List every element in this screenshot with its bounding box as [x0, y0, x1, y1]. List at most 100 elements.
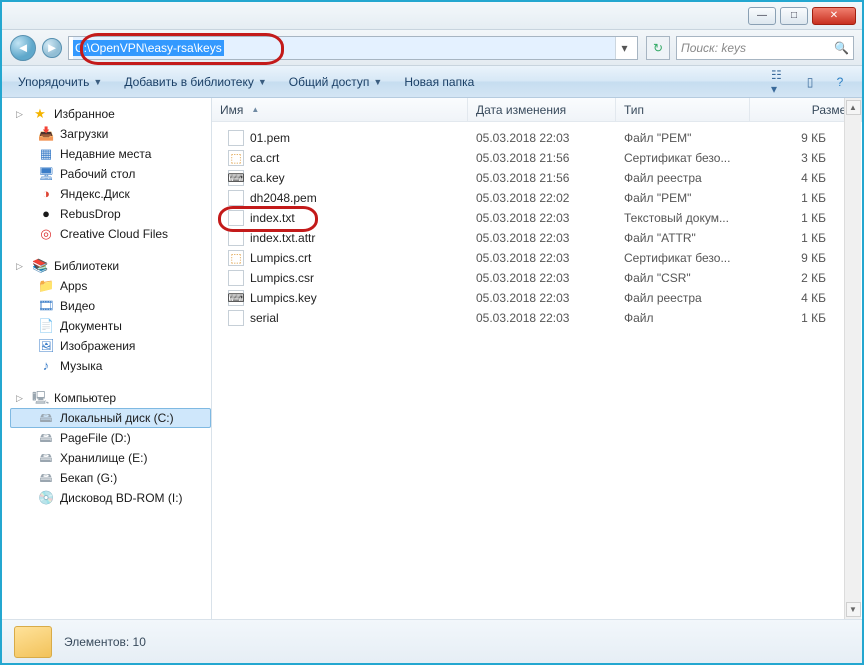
address-input[interactable] [73, 37, 615, 59]
file-icon [228, 210, 244, 226]
disk-icon: 🖴 [38, 450, 54, 466]
file-row[interactable]: ⬚ca.crt05.03.2018 21:56Сертификат безо..… [212, 148, 862, 168]
file-type: Файл реестра [616, 291, 750, 305]
titlebar: — □ ✕ [2, 2, 862, 30]
sidebar-item[interactable]: 📥Загрузки [10, 124, 211, 144]
recent-icon: ▦ [38, 146, 54, 162]
sidebar-item[interactable]: ◑Яндекс.Диск [10, 184, 211, 204]
sidebar-item[interactable]: ▦Недавние места [10, 144, 211, 164]
refresh-button[interactable]: ↻ [646, 36, 670, 60]
help-button[interactable]: ? [830, 73, 850, 91]
column-name[interactable]: Имя▲ [212, 98, 468, 121]
new-folder-button[interactable]: Новая папка [396, 71, 482, 93]
file-date: 05.03.2018 22:03 [468, 291, 616, 305]
sidebar-item[interactable]: 🖴Бекап (G:) [10, 468, 211, 488]
add-to-library-button[interactable]: Добавить в библиотеку ▼ [116, 71, 274, 93]
file-type: Файл реестра [616, 171, 750, 185]
file-row[interactable]: serial05.03.2018 22:03Файл1 КБ [212, 308, 862, 328]
file-name: ca.crt [250, 151, 279, 165]
view-options-button[interactable]: ☷ ▾ [770, 73, 790, 91]
sidebar-item[interactable]: 🖥Рабочий стол [10, 164, 211, 184]
sidebar-item[interactable]: 🎞Видео [10, 296, 211, 316]
sidebar-item[interactable]: 🖴PageFile (D:) [10, 428, 211, 448]
sidebar-item[interactable]: 📄Документы [10, 316, 211, 336]
downloads-icon: 📥 [38, 126, 54, 142]
file-date: 05.03.2018 21:56 [468, 171, 616, 185]
sidebar-item[interactable]: ♪Музыка [10, 356, 211, 376]
organize-button[interactable]: Упорядочить ▼ [10, 71, 110, 93]
file-type: Сертификат безо... [616, 151, 750, 165]
file-icon: ⌨ [228, 170, 244, 186]
sidebar: ▷★ Избранное 📥Загрузки ▦Недавние места 🖥… [2, 98, 212, 619]
rebusdrop-icon: ● [38, 206, 54, 222]
address-bar[interactable]: C:\OpenVPN\easy-rsa\keys ▾ [68, 36, 638, 60]
images-icon: 🖼 [38, 338, 54, 354]
new-folder-label: Новая папка [404, 75, 474, 89]
address-dropdown[interactable]: ▾ [615, 37, 633, 59]
preview-pane-button[interactable]: ▯ [800, 73, 820, 91]
sidebar-favorites-header[interactable]: ▷★ Избранное [10, 104, 211, 124]
file-row[interactable]: ⌨Lumpics.key05.03.2018 22:03Файл реестра… [212, 288, 862, 308]
sidebar-libraries-header[interactable]: ▷📚 Библиотеки [10, 256, 211, 276]
chevron-down-icon: ▼ [373, 77, 382, 87]
file-row[interactable]: ⬚Lumpics.crt05.03.2018 22:03Сертификат б… [212, 248, 862, 268]
maximize-button[interactable]: □ [780, 7, 808, 25]
column-type[interactable]: Тип [616, 98, 750, 121]
sidebar-group-favorites: ▷★ Избранное 📥Загрузки ▦Недавние места 🖥… [10, 104, 211, 244]
file-date: 05.03.2018 22:03 [468, 251, 616, 265]
organize-label: Упорядочить [18, 75, 89, 89]
file-size: 1 КБ [750, 211, 862, 225]
file-size: 9 КБ [750, 251, 862, 265]
file-icon: ⬚ [228, 250, 244, 266]
file-date: 05.03.2018 22:03 [468, 211, 616, 225]
column-date[interactable]: Дата изменения [468, 98, 616, 121]
sidebar-item[interactable]: ●RebusDrop [10, 204, 211, 224]
desktop-icon: 🖥 [38, 166, 54, 182]
file-name: dh2048.pem [250, 191, 317, 205]
search-box[interactable]: Поиск: keys 🔍 [676, 36, 854, 60]
file-size: 4 КБ [750, 291, 862, 305]
file-size: 3 КБ [750, 151, 862, 165]
favorites-icon: ★ [32, 106, 48, 122]
file-row[interactable]: dh2048.pem05.03.2018 22:02Файл "PEM"1 КБ [212, 188, 862, 208]
file-name: index.txt [250, 211, 295, 225]
file-type: Файл "ATTR" [616, 231, 750, 245]
file-icon [228, 130, 244, 146]
chevron-down-icon: ▼ [258, 77, 267, 87]
file-row[interactable]: 01.pem05.03.2018 22:03Файл "PEM"9 КБ [212, 128, 862, 148]
file-row[interactable]: ⌨ca.key05.03.2018 21:56Файл реестра4 КБ [212, 168, 862, 188]
file-row[interactable]: index.txt.attr05.03.2018 22:03Файл "ATTR… [212, 228, 862, 248]
sidebar-item[interactable]: 🖼Изображения [10, 336, 211, 356]
file-date: 05.03.2018 22:03 [468, 231, 616, 245]
file-icon [228, 190, 244, 206]
file-size: 1 КБ [750, 311, 862, 325]
toolbar: Упорядочить ▼ Добавить в библиотеку ▼ Об… [2, 66, 862, 98]
sidebar-computer-header[interactable]: ▷🖳 Компьютер [10, 388, 211, 408]
back-button[interactable]: ◄ [10, 35, 36, 61]
disk-icon: 🖴 [38, 470, 54, 486]
main-area: ▷★ Избранное 📥Загрузки ▦Недавние места 🖥… [2, 98, 862, 619]
file-name: Lumpics.csr [250, 271, 314, 285]
sidebar-item[interactable]: 📁Apps [10, 276, 211, 296]
sidebar-item[interactable]: 💿Дисковод BD-ROM (I:) [10, 488, 211, 508]
sidebar-item[interactable]: 🖴Хранилище (E:) [10, 448, 211, 468]
minimize-button[interactable]: — [748, 7, 776, 25]
sidebar-favorites-label: Избранное [54, 107, 115, 121]
sidebar-item-local-disk-c[interactable]: 🖴Локальный диск (C:) [10, 408, 211, 428]
file-type: Файл [616, 311, 750, 325]
forward-button[interactable]: ► [42, 38, 62, 58]
share-button[interactable]: Общий доступ ▼ [281, 71, 391, 93]
file-name: 01.pem [250, 131, 290, 145]
details-pane: Элементов: 10 [2, 619, 862, 663]
file-date: 05.03.2018 22:03 [468, 311, 616, 325]
file-row[interactable]: Lumpics.csr05.03.2018 22:03Файл "CSR"2 К… [212, 268, 862, 288]
file-row[interactable]: index.txt05.03.2018 22:03Текстовый докум… [212, 208, 862, 228]
file-date: 05.03.2018 22:03 [468, 131, 616, 145]
file-icon [228, 270, 244, 286]
folder-icon: 📁 [38, 278, 54, 294]
file-date: 05.03.2018 22:02 [468, 191, 616, 205]
share-label: Общий доступ [289, 75, 370, 89]
sidebar-item[interactable]: ◎Creative Cloud Files [10, 224, 211, 244]
close-button[interactable]: ✕ [812, 7, 856, 25]
file-type: Сертификат безо... [616, 251, 750, 265]
